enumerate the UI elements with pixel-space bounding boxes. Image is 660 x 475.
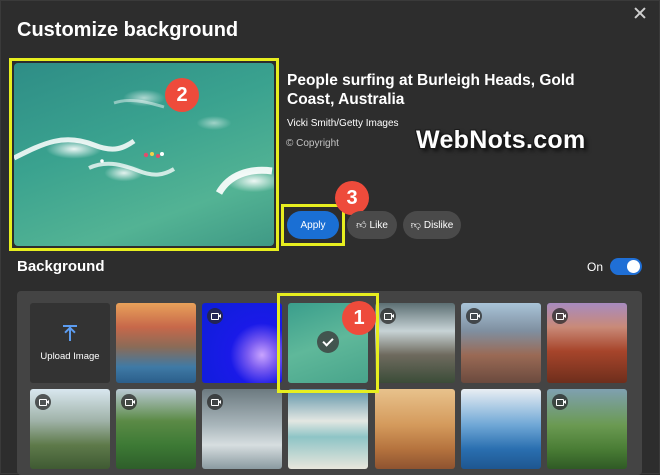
copyright-link[interactable]: © Copyright xyxy=(286,138,339,149)
thumbnail-desert-caravan[interactable] xyxy=(375,389,455,469)
thumbnail-mountain-ridges[interactable] xyxy=(30,389,110,469)
background-preview-image xyxy=(14,63,274,246)
like-label: Like xyxy=(369,219,388,231)
apply-button[interactable]: Apply xyxy=(287,211,339,239)
customize-background-dialog: Customize background 2 People surfing at… xyxy=(0,0,660,475)
video-icon xyxy=(552,308,568,324)
thumbnail-sand-dunes[interactable] xyxy=(288,389,368,469)
thumbnail-red-canyon[interactable] xyxy=(547,303,627,383)
background-toggle[interactable] xyxy=(610,258,642,275)
video-icon xyxy=(121,394,137,410)
thumbnail-green-hills[interactable] xyxy=(547,389,627,469)
video-icon xyxy=(35,394,51,410)
thumbnail-misty-peaks[interactable] xyxy=(202,389,282,469)
image-credit: Vicki Smith/Getty Images xyxy=(287,118,399,129)
thumbnail-waterfall[interactable] xyxy=(375,303,455,383)
toggle-knob xyxy=(627,260,640,273)
dislike-button[interactable]: 👎︎ Dislike xyxy=(403,211,461,239)
surfers-illustration xyxy=(14,98,273,195)
step-badge-3: 3 xyxy=(335,181,369,215)
thumbnail-coastal-town[interactable] xyxy=(461,303,541,383)
video-icon xyxy=(552,394,568,410)
thumbnail-iceberg[interactable] xyxy=(461,389,541,469)
background-section-title: Background xyxy=(17,258,105,275)
thumbnail-sea-cliffs[interactable] xyxy=(116,303,196,383)
video-icon xyxy=(207,308,223,324)
video-icon xyxy=(207,394,223,410)
thumbs-up-icon: 👍︎ xyxy=(356,220,367,231)
upload-image-label: Upload Image xyxy=(40,350,100,362)
image-title: People surfing at Burleigh Heads, Gold C… xyxy=(287,72,575,108)
close-icon[interactable] xyxy=(633,6,647,20)
video-icon xyxy=(380,308,396,324)
thumbnail-jellyfish[interactable] xyxy=(202,303,282,383)
like-button[interactable]: 👍︎ Like xyxy=(347,211,397,239)
toggle-label: On xyxy=(587,260,604,274)
video-icon xyxy=(466,308,482,324)
watermark-text: WebNots.com xyxy=(416,126,586,154)
dislike-label: Dislike xyxy=(423,219,454,231)
dialog-title: Customize background xyxy=(17,19,239,41)
step-badge-1: 1 xyxy=(342,301,376,335)
step-badge-2: 2 xyxy=(165,78,199,112)
thumbnail-green-valley[interactable] xyxy=(116,389,196,469)
thumbs-down-icon: 👎︎ xyxy=(410,220,421,231)
upload-icon xyxy=(63,324,77,341)
upload-image-tile[interactable]: Upload Image xyxy=(30,303,110,383)
